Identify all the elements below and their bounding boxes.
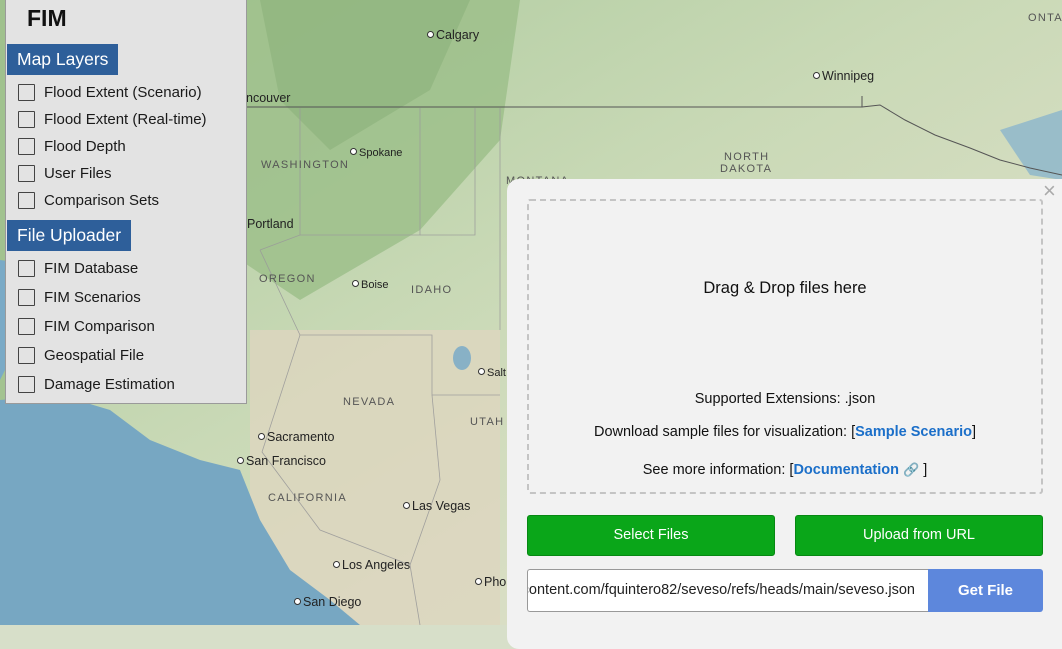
external-link-icon[interactable]: 🔗 [903, 462, 919, 477]
map-state-label: ONTA [1028, 12, 1062, 24]
checkbox-label: FIM Database [44, 259, 139, 277]
checkbox-box[interactable] [18, 137, 35, 155]
checkbox-label: Flood Extent (Scenario) [44, 83, 202, 101]
sample-scenario-link[interactable]: Sample Scenario [855, 424, 972, 440]
documentation-suffix: ] [923, 462, 928, 478]
map-city-label: ncouver [246, 91, 291, 105]
checkbox-damage-estimation[interactable]: Damage Estimation [18, 373, 175, 395]
checkbox-box[interactable] [18, 83, 35, 101]
drop-zone-text: Drag & Drop files here [703, 279, 867, 297]
map-city-label: Spokane [350, 147, 402, 159]
url-input-value: https://raw.githubusercontent.com/fquint… [528, 582, 915, 598]
map-city-label: Las Vegas [403, 499, 470, 513]
checkbox-fim-database[interactable]: FIM Database [18, 257, 138, 279]
upload-modal: × Drag & Drop files here Supported Exten… [507, 179, 1062, 649]
url-input[interactable]: https://raw.githubusercontent.com/fquint… [527, 569, 929, 612]
checkbox-label: Damage Estimation [44, 375, 175, 393]
map-city-label: Winnipeg [813, 69, 874, 83]
select-files-button[interactable]: Select Files [527, 515, 775, 556]
checkbox-box[interactable] [18, 288, 35, 306]
checkbox-box[interactable] [18, 164, 35, 182]
map-state-label: NORTH [724, 151, 770, 163]
map-state-label: DAKOTA [720, 163, 773, 175]
checkbox-comparison-sets[interactable]: Comparison Sets [18, 189, 159, 211]
file-uploader-heading: File Uploader [7, 220, 132, 251]
checkbox-label: Flood Extent (Real-time) [44, 110, 207, 128]
drop-zone[interactable]: Drag & Drop files here Supported Extensi… [527, 199, 1043, 494]
documentation-prefix: See more information: [ [642, 462, 794, 478]
map-state-label: IDAHO [411, 284, 453, 296]
panel-title: FIM [27, 5, 67, 31]
map-city-label: Los Angeles [333, 558, 410, 572]
checkbox-geospatial-file[interactable]: Geospatial File [18, 344, 144, 366]
checkbox-box[interactable] [18, 110, 35, 128]
map-state-label: WASHINGTON [261, 159, 350, 171]
checkbox-box[interactable] [18, 191, 35, 209]
checkbox-label: User Files [44, 164, 112, 182]
sample-files-line: Download sample files for visualization:… [529, 424, 1041, 440]
checkbox-flood-extent-scenario[interactable]: Flood Extent (Scenario) [18, 81, 202, 103]
checkbox-box[interactable] [18, 259, 35, 277]
map-layers-heading: Map Layers [7, 44, 119, 75]
map-city-label: San Diego [294, 595, 361, 609]
supported-extensions-text: Supported Extensions: .json [694, 391, 876, 407]
upload-from-url-button[interactable]: Upload from URL [795, 515, 1043, 556]
checkbox-fim-scenarios[interactable]: FIM Scenarios [18, 286, 141, 308]
checkbox-label: Geospatial File [44, 346, 145, 364]
checkbox-user-files[interactable]: User Files [18, 162, 112, 184]
get-file-button[interactable]: Get File [928, 569, 1043, 612]
checkbox-flood-extent-realtime[interactable]: Flood Extent (Real-time) [18, 108, 207, 130]
map-city-label: San Francisco [237, 454, 326, 468]
map-city-label: Salt [478, 367, 506, 379]
checkbox-label: FIM Comparison [44, 317, 155, 335]
map-city-label: Pho [475, 575, 506, 589]
map-state-label: NEVADA [343, 396, 396, 408]
checkbox-flood-depth[interactable]: Flood Depth [18, 135, 126, 157]
map-city-label: Sacramento [258, 430, 334, 444]
checkbox-label: FIM Scenarios [44, 288, 141, 306]
checkbox-fim-comparison[interactable]: FIM Comparison [18, 315, 155, 337]
map-city-label: Boise [352, 279, 389, 291]
documentation-line: See more information: [Documentation 🔗 ] [529, 462, 1041, 478]
map-state-label: UTAH [470, 416, 505, 428]
checkbox-box[interactable] [18, 317, 35, 335]
checkbox-label: Flood Depth [44, 137, 126, 155]
map-state-label: OREGON [259, 273, 316, 285]
map-city-label: Calgary [427, 28, 479, 42]
sample-files-suffix: ] [971, 424, 976, 440]
map-state-label: CALIFORNIA [268, 492, 348, 504]
checkbox-box[interactable] [18, 375, 35, 393]
sample-files-prefix: Download sample files for visualization:… [593, 424, 856, 440]
documentation-link[interactable]: Documentation [793, 462, 899, 478]
checkbox-box[interactable] [18, 346, 35, 364]
map-city-label: Portland [247, 217, 294, 231]
close-icon[interactable]: × [1043, 179, 1056, 203]
checkbox-label: Comparison Sets [44, 191, 160, 209]
layer-panel: FIM Map Layers Flood Extent (Scenario) F… [5, 0, 247, 404]
